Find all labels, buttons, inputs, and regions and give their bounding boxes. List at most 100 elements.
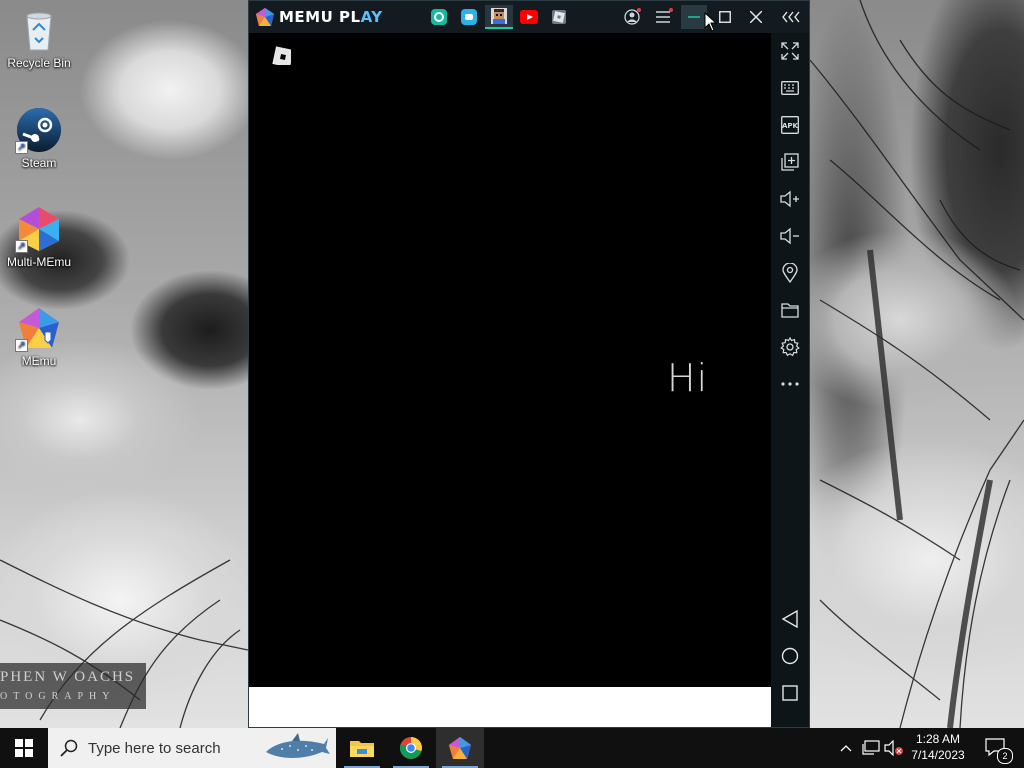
memu-emulator-window: MEMU PLAY Hi APK	[248, 0, 810, 728]
memu-logo-icon	[256, 8, 274, 26]
settings-icon	[780, 337, 800, 357]
windows-taskbar: Type here to search 1:28 AM 7/14/2023 2	[0, 728, 1024, 768]
collapse-sidebar-button[interactable]	[778, 5, 804, 29]
app-tab-roblox[interactable]	[545, 5, 573, 29]
app-chat-icon	[461, 9, 477, 25]
search-placeholder: Type here to search	[88, 739, 221, 757]
desktop-icon-label: Recycle Bin	[7, 56, 71, 70]
app-teal-icon	[431, 9, 447, 25]
windows-logo-icon	[15, 739, 33, 757]
notification-dot	[637, 8, 641, 12]
youtube-icon	[520, 10, 538, 24]
multi-memu-icon: ↗	[15, 205, 63, 253]
multi-window-button[interactable]	[777, 149, 803, 175]
shared-folder-button[interactable]	[777, 297, 803, 323]
greeting-text: Hi	[667, 356, 709, 400]
app-tab-chat[interactable]	[455, 5, 483, 29]
android-screen[interactable]: Hi	[249, 33, 771, 687]
android-recents-button[interactable]	[777, 680, 803, 706]
taskbar-chrome[interactable]	[387, 728, 435, 768]
settings-button[interactable]	[777, 334, 803, 360]
memu-brand: MEMU PLAY	[255, 6, 383, 28]
taskbar-search-box[interactable]: Type here to search	[48, 728, 336, 768]
desktop-icon-label: Steam	[21, 156, 57, 170]
more-tools-button[interactable]	[777, 371, 803, 397]
menu-button[interactable]	[650, 5, 676, 29]
volume-up-icon	[780, 190, 799, 208]
shortcut-arrow-icon: ↗	[15, 141, 28, 154]
recents-icon	[782, 685, 798, 701]
desktop-icon-label: Multi-MEmu	[6, 255, 71, 269]
desktop-icon-memu[interactable]: ↗ MEmu	[1, 304, 77, 368]
android-home-button[interactable]	[777, 643, 803, 669]
close-icon	[750, 11, 762, 23]
memu-icon	[449, 737, 471, 759]
taskbar-clock[interactable]: 1:28 AM 7/14/2023	[904, 728, 972, 768]
volume-muted-icon	[884, 740, 903, 756]
location-icon	[782, 263, 798, 283]
roblox-logo-icon	[272, 46, 291, 65]
svg-text:APK: APK	[782, 122, 799, 130]
multi-window-icon	[781, 153, 799, 171]
network-status-button[interactable]	[860, 728, 882, 768]
folder-icon	[781, 303, 799, 318]
account-button[interactable]	[619, 5, 645, 29]
mouse-cursor-icon	[704, 12, 718, 32]
chrome-icon	[399, 737, 422, 759]
location-button[interactable]	[777, 260, 803, 286]
desktop-icon-recycle-bin[interactable]: Recycle Bin	[1, 6, 77, 70]
network-icon	[862, 740, 880, 755]
home-icon	[781, 647, 799, 665]
notification-center-button[interactable]: 2	[978, 728, 1014, 768]
shortcut-arrow-icon: ↗	[15, 339, 28, 352]
memu-icon: ↗	[15, 304, 63, 352]
volume-down-button[interactable]	[777, 223, 803, 249]
volume-up-button[interactable]	[777, 186, 803, 212]
fullscreen-icon	[781, 42, 799, 60]
triple-chevron-left-icon	[782, 11, 800, 23]
keyboard-icon	[781, 81, 799, 95]
app-avatar-icon	[491, 8, 507, 24]
android-bottom-area[interactable]	[249, 687, 771, 727]
app-tab-teal[interactable]	[425, 5, 453, 29]
minimize-icon	[688, 16, 700, 18]
taskbar-memu[interactable]	[436, 728, 484, 768]
maximize-icon	[719, 11, 731, 23]
taskbar-file-explorer[interactable]	[338, 728, 386, 768]
more-icon	[781, 382, 799, 386]
app-tab-youtube[interactable]	[515, 5, 543, 29]
volume-down-icon	[780, 227, 799, 245]
memu-toolbar: APK	[771, 33, 809, 727]
notification-count-badge: 2	[997, 748, 1013, 764]
show-hidden-icons-button[interactable]	[836, 728, 856, 768]
hamburger-menu-icon	[656, 11, 670, 23]
apk-install-button[interactable]: APK	[777, 112, 803, 138]
clock-date: 7/14/2023	[911, 748, 965, 762]
search-icon	[60, 739, 78, 757]
recycle-bin-icon	[15, 6, 63, 54]
app-tab-avatar[interactable]	[485, 5, 513, 29]
roblox-icon	[552, 10, 566, 24]
shortcut-arrow-icon: ↗	[15, 240, 28, 253]
android-back-button[interactable]	[777, 606, 803, 632]
notification-dot	[669, 8, 673, 12]
whale-shark-search-art-icon	[266, 733, 330, 758]
memu-title-bar[interactable]: MEMU PLAY	[249, 1, 809, 33]
photographer-watermark: PHEN W OACHS OTOGRAPHY	[0, 663, 146, 709]
desktop-icon-steam[interactable]: ↗ Steam	[1, 106, 77, 170]
chevron-up-icon	[840, 745, 852, 752]
memu-brand-text: MEMU PLAY	[279, 8, 383, 26]
desktop-icon-multi-memu[interactable]: ↗ Multi-MEmu	[1, 205, 77, 269]
watermark-line-1: PHEN W OACHS	[0, 669, 136, 685]
file-explorer-icon	[350, 741, 374, 757]
volume-status-button[interactable]	[883, 728, 905, 768]
fullscreen-button[interactable]	[777, 38, 803, 64]
clock-time: 1:28 AM	[915, 732, 961, 746]
desktop-icon-label: MEmu	[21, 354, 57, 368]
close-button[interactable]	[743, 5, 769, 29]
start-button[interactable]	[0, 728, 48, 768]
apk-icon: APK	[781, 116, 799, 134]
watermark-line-2: OTOGRAPHY	[0, 691, 116, 702]
back-icon	[781, 610, 798, 628]
keyboard-mapping-button[interactable]	[777, 75, 803, 101]
